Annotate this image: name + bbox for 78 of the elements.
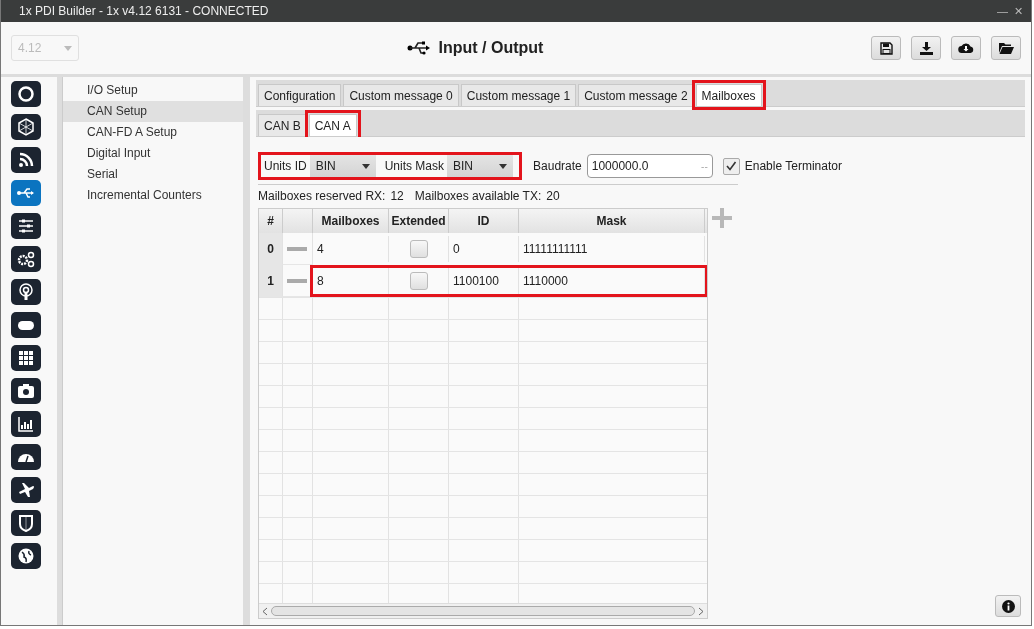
globe-icon [16, 546, 36, 566]
table-cell: 4 [313, 236, 389, 262]
download-button[interactable] [911, 36, 941, 60]
shield-icon [16, 513, 36, 533]
table-cell: 11111111111 [519, 236, 705, 262]
save-button[interactable] [871, 36, 901, 60]
folder-icon [998, 42, 1014, 54]
nav-button[interactable] [11, 345, 41, 371]
close-button[interactable]: ✕ [1012, 4, 1025, 18]
nav-button[interactable] [11, 444, 41, 470]
nav-button[interactable] [11, 147, 41, 173]
scroll-right-icon[interactable] [698, 606, 704, 616]
enable-terminator-checkbox[interactable]: Enable Terminator [722, 157, 842, 175]
nav-button[interactable] [11, 411, 41, 437]
sidebar-item[interactable]: I/O Setup [63, 80, 243, 101]
nav-button[interactable] [11, 510, 41, 536]
tab[interactable]: Custom message 1 [460, 84, 577, 106]
sidebar-item[interactable]: Digital Input [63, 143, 243, 164]
rx-label: Mailboxes reserved RX: [258, 189, 386, 203]
info-icon [1001, 599, 1015, 613]
scroll-left-icon[interactable] [262, 606, 268, 616]
grid-icon [16, 348, 36, 368]
bar-chart-icon [16, 414, 36, 434]
nav-button[interactable] [11, 114, 41, 140]
nav-button[interactable] [11, 312, 41, 338]
tx-label: Mailboxes available TX: [414, 189, 542, 203]
nav-button[interactable] [11, 213, 41, 239]
podcast-icon [16, 282, 36, 302]
checkbox[interactable] [722, 157, 740, 175]
tab[interactable]: Configuration [258, 84, 342, 106]
cloud-download-icon [958, 42, 974, 54]
nav-button[interactable] [11, 543, 41, 569]
tab[interactable]: Custom message 0 [343, 84, 459, 106]
table-cell: 0 [449, 236, 519, 262]
cube-icon [16, 117, 36, 137]
tab[interactable]: CAN B [258, 114, 307, 136]
open-folder-button[interactable] [991, 36, 1021, 60]
units-mask-label: Units Mask [383, 159, 446, 173]
column-header: Mask [519, 209, 705, 233]
horizontal-scrollbar[interactable] [259, 603, 707, 618]
download-icon [919, 41, 933, 55]
table-cell: 1110000 [519, 268, 705, 294]
baudrate-field[interactable]: 1000000.0 -- [586, 154, 713, 178]
units-id-label: Units ID [263, 159, 308, 173]
row-number: 1 [259, 265, 283, 297]
sidebar-item[interactable]: CAN-FD A Setup [63, 122, 243, 143]
column-header: Mailboxes [313, 209, 389, 233]
column-header: ID [449, 209, 519, 233]
cloud-download-button[interactable] [951, 36, 981, 60]
minimize-button[interactable]: — [995, 4, 1010, 18]
tx-value: 20 [546, 189, 560, 203]
camera-icon [16, 381, 36, 401]
table-cell: 1100100 [449, 268, 519, 294]
nav-button[interactable] [11, 279, 41, 305]
checkbox[interactable] [409, 272, 428, 290]
rx-value: 12 [390, 189, 404, 203]
nav-button[interactable] [11, 378, 41, 404]
row-number: 0 [259, 233, 283, 265]
nav-button[interactable] [11, 477, 41, 503]
units-id-dropdown[interactable]: BIN [309, 155, 376, 177]
nav-button[interactable] [11, 81, 41, 107]
ring-icon [16, 84, 36, 104]
sidebar-item[interactable]: Serial [63, 164, 243, 185]
checkbox[interactable] [409, 240, 428, 258]
info-button[interactable] [995, 595, 1021, 617]
page-title: Input / Output [438, 39, 544, 57]
window-title: 1x PDI Builder - 1x v4.12 6131 - CONNECTED [19, 4, 269, 18]
table-cell: 8 [313, 268, 389, 294]
tab[interactable]: Custom message 2 [578, 84, 694, 106]
units-mask-dropdown[interactable]: BIN [447, 155, 514, 177]
column-header: Extended [389, 209, 449, 233]
sidebar-item[interactable]: Incremental Counters [63, 185, 243, 206]
baudrate-label: Baudrate [532, 159, 583, 173]
nav-button[interactable] [11, 246, 41, 272]
airplane-icon [16, 480, 36, 500]
rss-icon [16, 150, 36, 170]
usb-icon [406, 41, 431, 55]
sidebar-item[interactable]: CAN Setup [63, 101, 243, 122]
